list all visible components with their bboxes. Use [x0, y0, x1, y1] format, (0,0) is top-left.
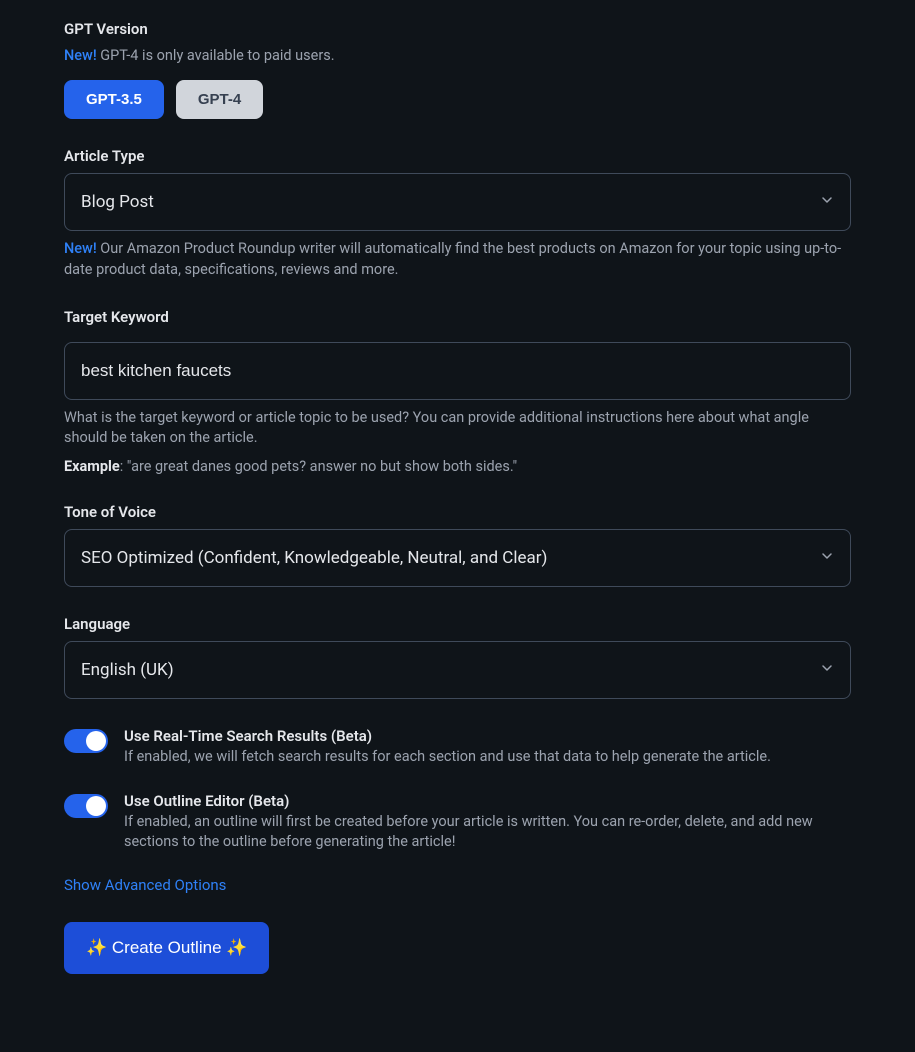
new-badge: New!	[64, 47, 97, 64]
language-section: Language English (UK)	[64, 615, 851, 699]
gpt4-button[interactable]: GPT-4	[176, 80, 263, 119]
example-text: : "are great danes good pets? answer no …	[120, 458, 517, 475]
gpt35-button[interactable]: GPT-3.5	[64, 80, 164, 119]
new-badge: New!	[64, 240, 97, 257]
show-advanced-options-link[interactable]: Show Advanced Options	[64, 876, 226, 894]
outline-editor-toggle[interactable]	[64, 794, 108, 818]
tone-of-voice-label: Tone of Voice	[64, 503, 851, 521]
gpt-version-label: GPT Version	[64, 20, 851, 38]
gpt-version-helper: New! GPT-4 is only available to paid use…	[64, 46, 851, 66]
toggle-knob	[86, 731, 106, 751]
sparkle-icon: ✨	[226, 938, 247, 958]
article-type-section: Article Type Blog Post New! Our Amazon P…	[64, 147, 851, 280]
article-type-helper-text: Our Amazon Product Roundup writer will a…	[64, 240, 841, 277]
article-type-label: Article Type	[64, 147, 851, 165]
tone-of-voice-select-wrapper: SEO Optimized (Confident, Knowledgeable,…	[64, 529, 851, 587]
article-type-select[interactable]: Blog Post	[64, 173, 851, 231]
realtime-toggle-row: Use Real-Time Search Results (Beta) If e…	[64, 727, 851, 767]
gpt-version-section: GPT Version New! GPT-4 is only available…	[64, 20, 851, 119]
realtime-toggle-title: Use Real-Time Search Results (Beta)	[124, 727, 851, 745]
create-button-wrapper: ✨ Create Outline ✨	[64, 922, 851, 974]
realtime-toggle-desc: If enabled, we will fetch search results…	[124, 747, 851, 767]
tone-of-voice-select[interactable]: SEO Optimized (Confident, Knowledgeable,…	[64, 529, 851, 587]
language-select-wrapper: English (UK)	[64, 641, 851, 699]
example-label: Example	[64, 458, 120, 475]
realtime-toggle[interactable]	[64, 729, 108, 753]
toggle-knob	[86, 796, 106, 816]
target-keyword-helper: What is the target keyword or article to…	[64, 408, 851, 449]
outline-editor-toggle-desc: If enabled, an outline will first be cre…	[124, 812, 851, 853]
article-type-select-wrapper: Blog Post	[64, 173, 851, 231]
outline-editor-toggle-title: Use Outline Editor (Beta)	[124, 792, 851, 810]
sparkle-icon: ✨	[86, 938, 107, 958]
tone-of-voice-section: Tone of Voice SEO Optimized (Confident, …	[64, 503, 851, 587]
gpt-version-buttons: GPT-3.5 GPT-4	[64, 80, 851, 119]
outline-editor-toggle-content: Use Outline Editor (Beta) If enabled, an…	[124, 792, 851, 853]
realtime-toggle-content: Use Real-Time Search Results (Beta) If e…	[124, 727, 851, 767]
target-keyword-section: Target Keyword What is the target keywor…	[64, 308, 851, 476]
language-select[interactable]: English (UK)	[64, 641, 851, 699]
create-outline-button[interactable]: ✨ Create Outline ✨	[64, 922, 269, 974]
target-keyword-example: Example: "are great danes good pets? ans…	[64, 458, 851, 475]
gpt-version-helper-text: GPT-4 is only available to paid users.	[97, 47, 335, 64]
target-keyword-input[interactable]	[64, 342, 851, 400]
language-label: Language	[64, 615, 851, 633]
create-outline-label: Create Outline	[112, 938, 222, 957]
article-type-helper: New! Our Amazon Product Roundup writer w…	[64, 239, 851, 280]
outline-editor-toggle-row: Use Outline Editor (Beta) If enabled, an…	[64, 792, 851, 853]
target-keyword-label: Target Keyword	[64, 308, 851, 326]
